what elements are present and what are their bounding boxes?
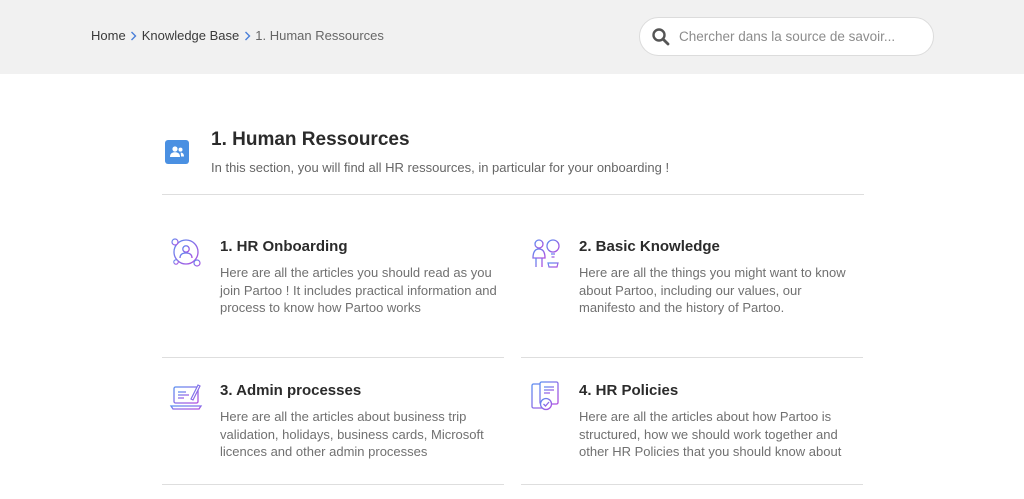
breadcrumb-home[interactable]: Home: [91, 28, 126, 43]
category-card-hr-policies[interactable]: 4. HR Policies Here are all the articles…: [521, 380, 863, 485]
section-title: 1. Human Ressources: [211, 129, 410, 150]
section-header: 1. Human Ressources In this section, you…: [162, 126, 864, 195]
search-icon: [652, 27, 670, 45]
knowledge-icon: [532, 239, 560, 268]
category-card-basic-knowledge[interactable]: 2. Basic Knowledge Here are all the thin…: [521, 236, 863, 358]
chevron-right-icon: [126, 31, 142, 41]
category-description: Here are all the articles about how Part…: [579, 409, 842, 459]
section-description: In this section, you will find all HR re…: [211, 160, 670, 175]
category-description: Here are all the articles about business…: [220, 409, 484, 459]
policy-icon: [531, 381, 559, 411]
people-icon: [165, 140, 189, 164]
category-description: Here are all the articles you should rea…: [220, 265, 497, 315]
search-input[interactable]: [679, 29, 919, 44]
breadcrumb: Home Knowledge Base 1. Human Ressources: [91, 28, 384, 43]
laptop-icon: [169, 384, 203, 410]
search-box[interactable]: [639, 17, 934, 56]
top-bar: Home Knowledge Base 1. Human Ressources: [0, 0, 1024, 74]
onboarding-icon: [171, 238, 201, 267]
category-card-hr-onboarding[interactable]: 1. HR Onboarding Here are all the articl…: [162, 236, 504, 358]
category-title[interactable]: 3. Admin processes: [220, 382, 361, 399]
breadcrumb-knowledge-base[interactable]: Knowledge Base: [142, 28, 240, 43]
category-card-admin-processes[interactable]: 3. Admin processes Here are all the arti…: [162, 380, 504, 485]
category-title[interactable]: 2. Basic Knowledge: [579, 238, 720, 255]
chevron-right-icon: [239, 31, 255, 41]
category-description: Here are all the things you might want t…: [579, 265, 846, 315]
category-title[interactable]: 4. HR Policies: [579, 382, 678, 399]
category-title[interactable]: 1. HR Onboarding: [220, 238, 348, 255]
breadcrumb-current: 1. Human Ressources: [255, 28, 384, 43]
